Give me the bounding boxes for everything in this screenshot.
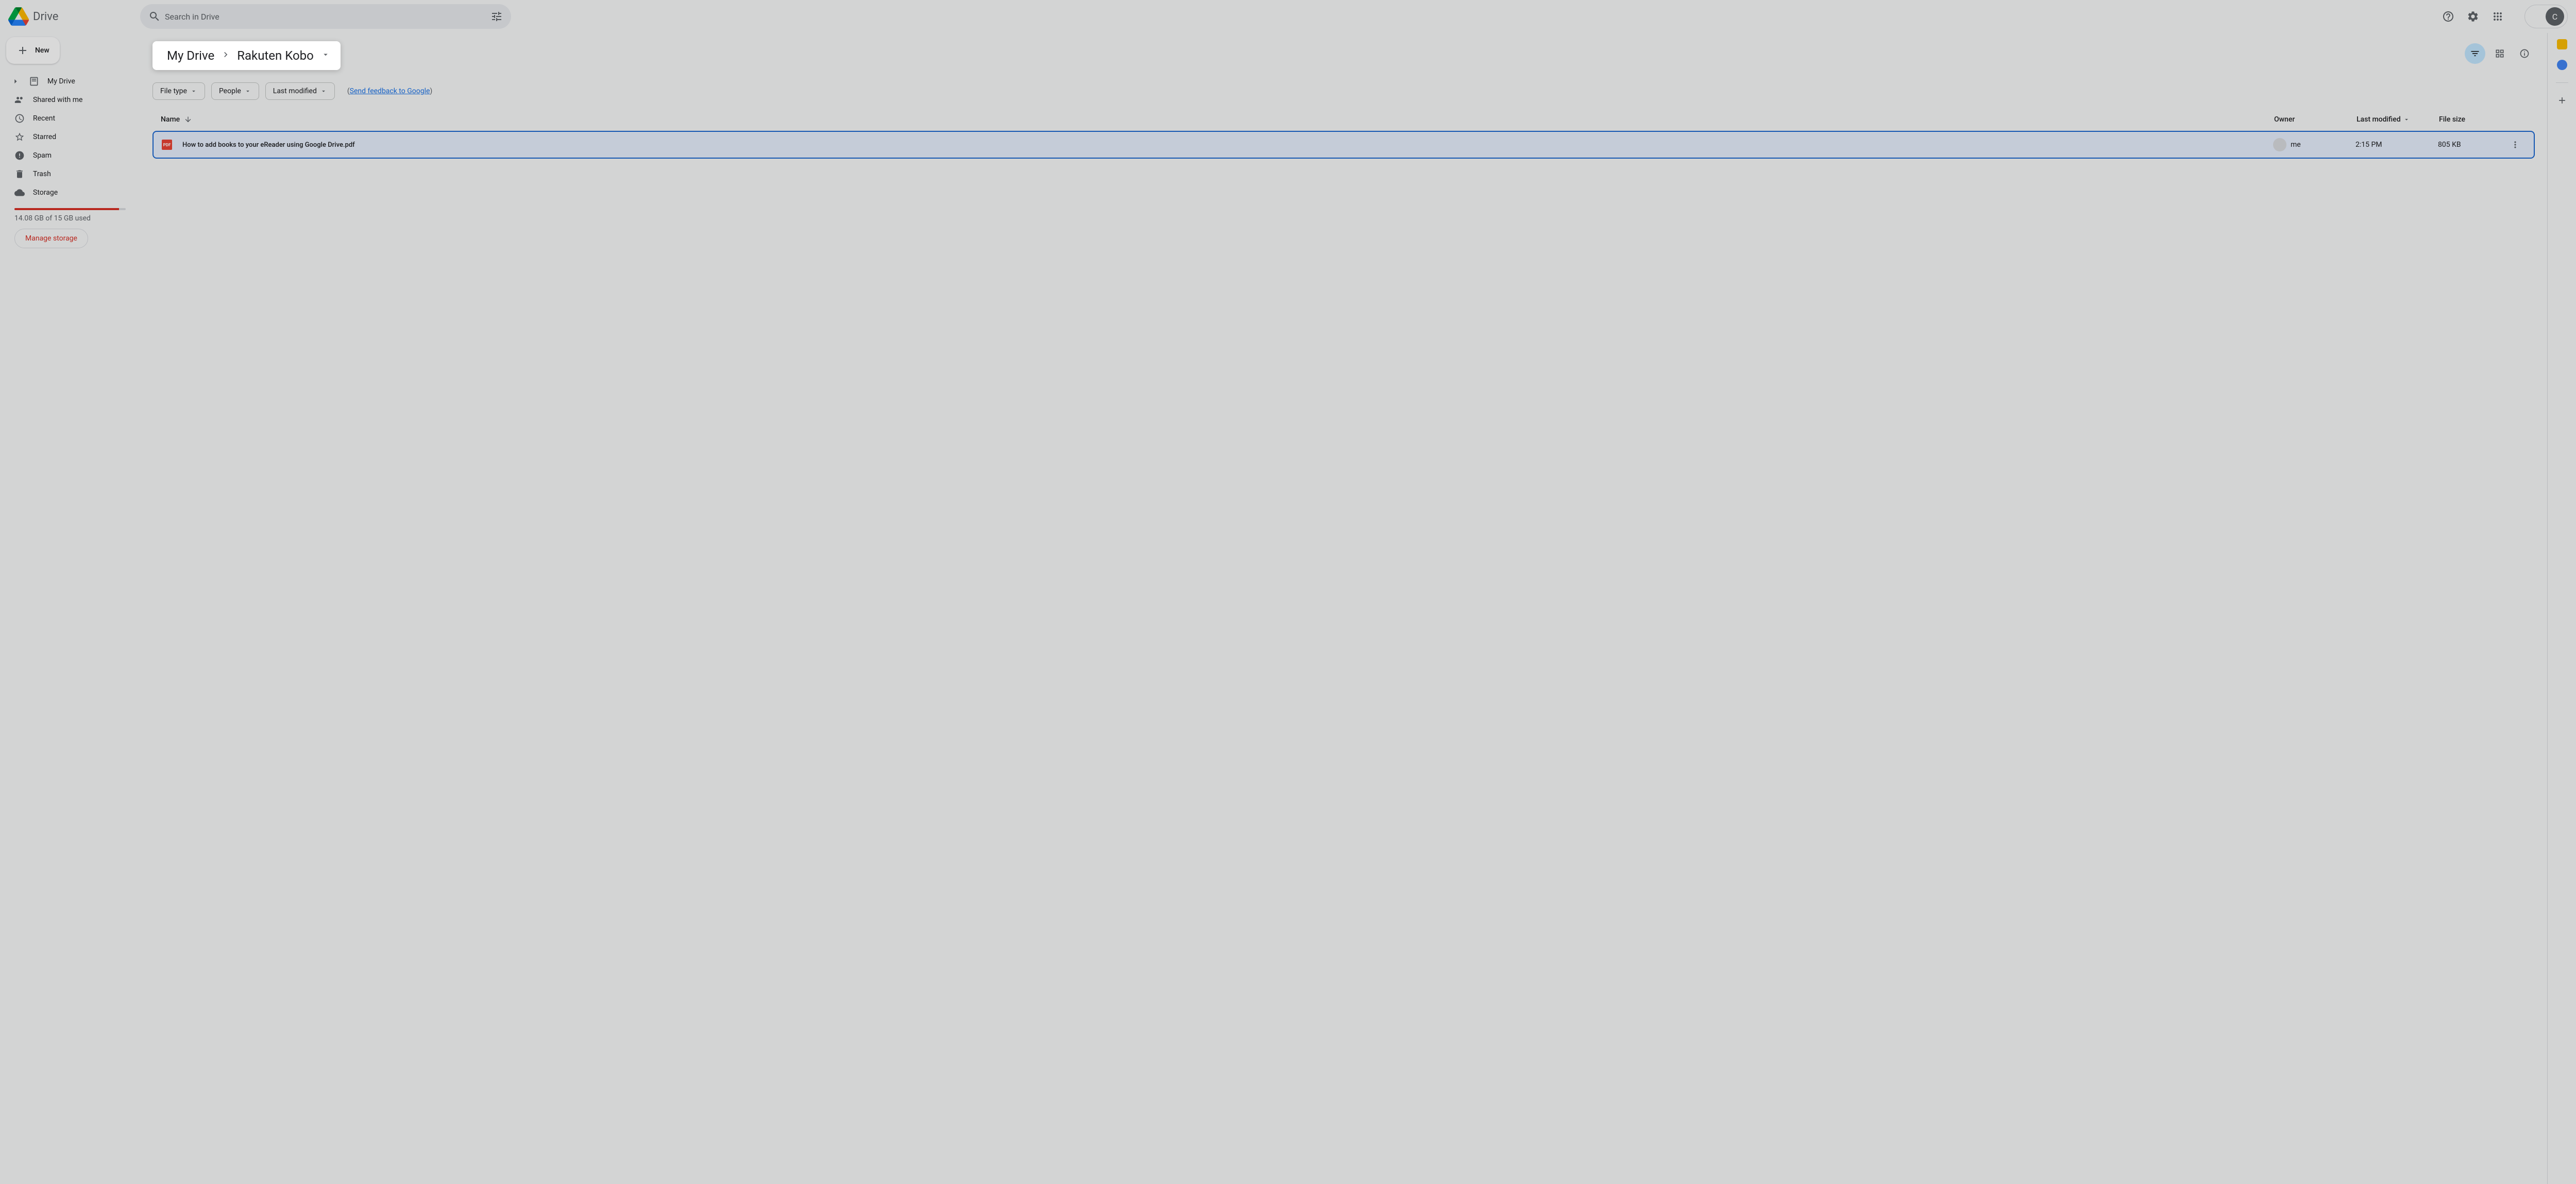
nav-label: Spam <box>33 151 52 160</box>
sidebar-item-trash[interactable]: Trash <box>6 165 134 183</box>
owner-avatar-icon <box>2273 138 2286 151</box>
file-owner: me <box>2273 138 2355 151</box>
plus-icon <box>16 44 29 57</box>
feedback-text: (Send feedback to Google) <box>347 87 432 95</box>
manage-storage-button[interactable]: Manage storage <box>14 229 88 248</box>
file-row[interactable]: PDF How to add books to your eReader usi… <box>152 131 2535 159</box>
file-type-chip[interactable]: File type <box>152 82 205 100</box>
sidebar: New My Drive Shared with me Recent Starr… <box>0 33 140 1184</box>
view-actions <box>2465 43 2535 64</box>
header-actions: C <box>2421 5 2568 28</box>
column-size[interactable]: File size <box>2439 115 2506 124</box>
breadcrumb: My Drive Rakuten Kobo <box>152 41 341 70</box>
chevron-right-icon <box>221 49 231 62</box>
search-bar[interactable] <box>140 4 511 29</box>
keep-icon[interactable] <box>2557 39 2567 49</box>
help-icon[interactable] <box>2438 6 2459 27</box>
tune-icon[interactable] <box>486 6 507 27</box>
breadcrumb-root[interactable]: My Drive <box>163 46 218 65</box>
divider <box>2556 82 2568 83</box>
nav-label: Shared with me <box>33 96 82 104</box>
apps-icon[interactable] <box>2487 6 2508 27</box>
trash-icon <box>14 169 25 179</box>
file-size: 805 KB <box>2438 141 2505 149</box>
sidebar-item-spam[interactable]: Spam <box>6 146 134 165</box>
grid-view-icon[interactable] <box>2489 43 2510 64</box>
chevron-down-icon[interactable] <box>321 50 330 61</box>
sidebar-item-storage[interactable]: Storage <box>6 183 134 202</box>
expand-icon <box>10 76 21 87</box>
avatar: C <box>2546 7 2564 26</box>
star-icon <box>14 132 25 142</box>
storage-text: 14.08 GB of 15 GB used <box>6 214 134 229</box>
pdf-icon: PDF <box>162 140 172 150</box>
cloud-icon <box>14 187 25 198</box>
chip-label: People <box>219 87 241 95</box>
side-panel <box>2547 33 2576 1184</box>
content-area: My Drive Rakuten Kobo File type <box>140 33 2547 1184</box>
chevron-down-icon <box>320 88 327 95</box>
sidebar-item-shared[interactable]: Shared with me <box>6 91 134 109</box>
app-name: Drive <box>33 10 58 23</box>
chevron-down-icon <box>2403 116 2410 123</box>
filter-icon[interactable] <box>2465 43 2485 64</box>
storage-fill <box>14 208 119 210</box>
nav-label: Recent <box>33 114 55 123</box>
people-icon <box>14 95 25 105</box>
feedback-link[interactable]: Send feedback to Google <box>350 87 430 95</box>
column-name[interactable]: Name <box>161 115 2274 124</box>
column-owner[interactable]: Owner <box>2274 115 2357 124</box>
file-name: How to add books to your eReader using G… <box>182 141 2273 149</box>
info-icon[interactable] <box>2514 43 2535 64</box>
breadcrumb-current[interactable]: Rakuten Kobo <box>233 46 318 65</box>
chevron-down-icon <box>190 88 197 95</box>
sort-down-icon <box>184 115 192 124</box>
people-chip[interactable]: People <box>211 82 259 100</box>
drive-icon <box>29 76 39 87</box>
nav-label: Starred <box>33 133 56 141</box>
logo-area[interactable]: Drive <box>8 6 140 27</box>
sidebar-item-recent[interactable]: Recent <box>6 109 134 128</box>
contacts-icon[interactable] <box>2557 60 2567 70</box>
sidebar-item-starred[interactable]: Starred <box>6 128 134 146</box>
storage-bar <box>14 208 126 210</box>
chip-label: Last modified <box>273 87 317 95</box>
filter-toolbar: File type People Last modified (Send fee… <box>152 82 2535 100</box>
sidebar-item-my-drive[interactable]: My Drive <box>6 72 134 91</box>
new-button[interactable]: New <box>6 37 60 64</box>
header: Drive C <box>0 0 2576 33</box>
new-button-label: New <box>35 46 49 55</box>
last-modified-chip[interactable]: Last modified <box>265 82 335 100</box>
chevron-down-icon <box>244 88 251 95</box>
nav-label: Storage <box>33 188 58 197</box>
search-input[interactable] <box>165 12 486 22</box>
table-header: Name Owner Last modified File size <box>152 108 2535 131</box>
account-switcher[interactable]: C <box>2524 5 2568 28</box>
more-actions-icon[interactable] <box>2505 140 2526 150</box>
drive-logo-icon <box>8 6 29 27</box>
clock-icon <box>14 113 25 124</box>
column-modified[interactable]: Last modified <box>2357 115 2439 124</box>
file-modified: 2:15 PM <box>2355 141 2438 149</box>
nav-label: Trash <box>33 170 51 178</box>
search-icon[interactable] <box>144 6 165 27</box>
settings-icon[interactable] <box>2463 6 2483 27</box>
chip-label: File type <box>160 87 187 95</box>
plus-icon[interactable] <box>2557 95 2567 108</box>
spam-icon <box>14 150 25 161</box>
nav-label: My Drive <box>47 77 75 85</box>
